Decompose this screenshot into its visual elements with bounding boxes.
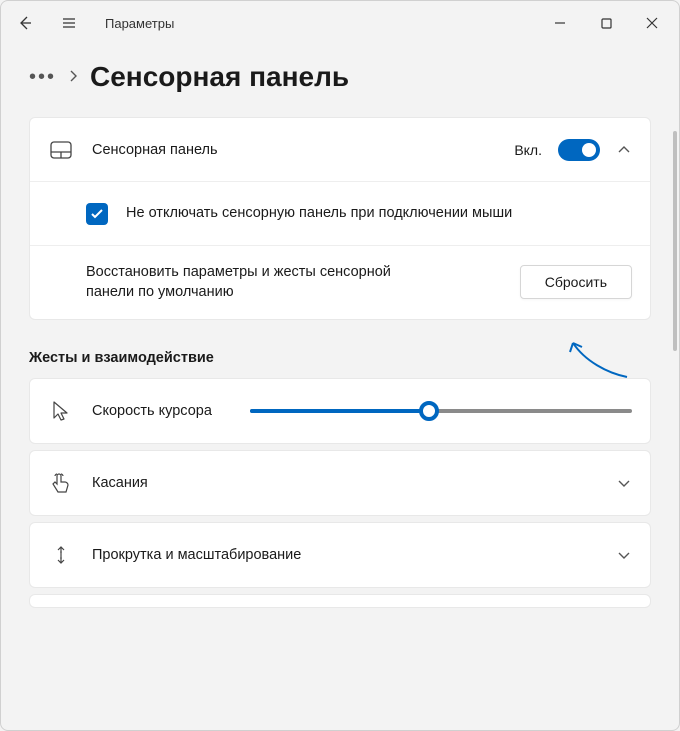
keep-on-mouse-label: Не отключать сенсорную панель при подклю… [126, 203, 512, 223]
cursor-speed-label: Скорость курсора [92, 403, 212, 419]
reset-button[interactable]: Сбросить [520, 265, 632, 299]
chevron-up-icon[interactable] [616, 142, 632, 157]
cursor-speed-card: Скорость курсора [29, 378, 651, 444]
chevron-down-icon [616, 475, 632, 490]
cursor-icon [48, 400, 74, 422]
scroll-zoom-label: Прокрутка и масштабирование [92, 547, 301, 563]
app-title: Параметры [105, 16, 174, 31]
breadcrumb-overflow[interactable]: ••• [29, 66, 56, 89]
cursor-speed-slider[interactable] [250, 409, 632, 413]
breadcrumb: ••• Сенсорная панель [29, 61, 651, 93]
titlebar: Параметры [1, 1, 679, 45]
touchpad-label: Сенсорная панель [92, 142, 218, 158]
touchpad-card: Сенсорная панель Вкл. Не отключать сенсо… [29, 117, 651, 320]
keep-on-mouse-row[interactable]: Не отключать сенсорную панель при подклю… [30, 182, 650, 246]
hamburger-menu-button[interactable] [49, 3, 89, 43]
reset-description: Восстановить параметры и жесты сенсорной… [86, 262, 406, 303]
back-button[interactable] [5, 3, 45, 43]
toggle-state-text: Вкл. [514, 142, 542, 158]
touchpad-icon [48, 141, 74, 159]
scroll-zoom-card[interactable]: Прокрутка и масштабирование [29, 522, 651, 588]
chevron-right-icon [68, 69, 78, 85]
keep-on-mouse-checkbox[interactable] [86, 203, 108, 225]
chevron-down-icon [616, 547, 632, 562]
reset-row: Восстановить параметры и жесты сенсорной… [30, 246, 650, 319]
maximize-button[interactable] [583, 3, 629, 43]
taps-card[interactable]: Касания [29, 450, 651, 516]
taps-label: Касания [92, 475, 148, 491]
close-button[interactable] [629, 3, 675, 43]
touchpad-toggle[interactable] [558, 139, 600, 161]
minimize-button[interactable] [537, 3, 583, 43]
page-title: Сенсорная панель [90, 61, 349, 93]
scroll-zoom-icon [48, 544, 74, 566]
cursor-speed-row: Скорость курсора [30, 379, 650, 443]
tap-icon [48, 472, 74, 494]
gestures-section-header: Жесты и взаимодействие [29, 350, 651, 366]
touchpad-toggle-row[interactable]: Сенсорная панель Вкл. [30, 118, 650, 182]
scrollbar[interactable] [673, 131, 677, 351]
next-card-peek [29, 594, 651, 608]
